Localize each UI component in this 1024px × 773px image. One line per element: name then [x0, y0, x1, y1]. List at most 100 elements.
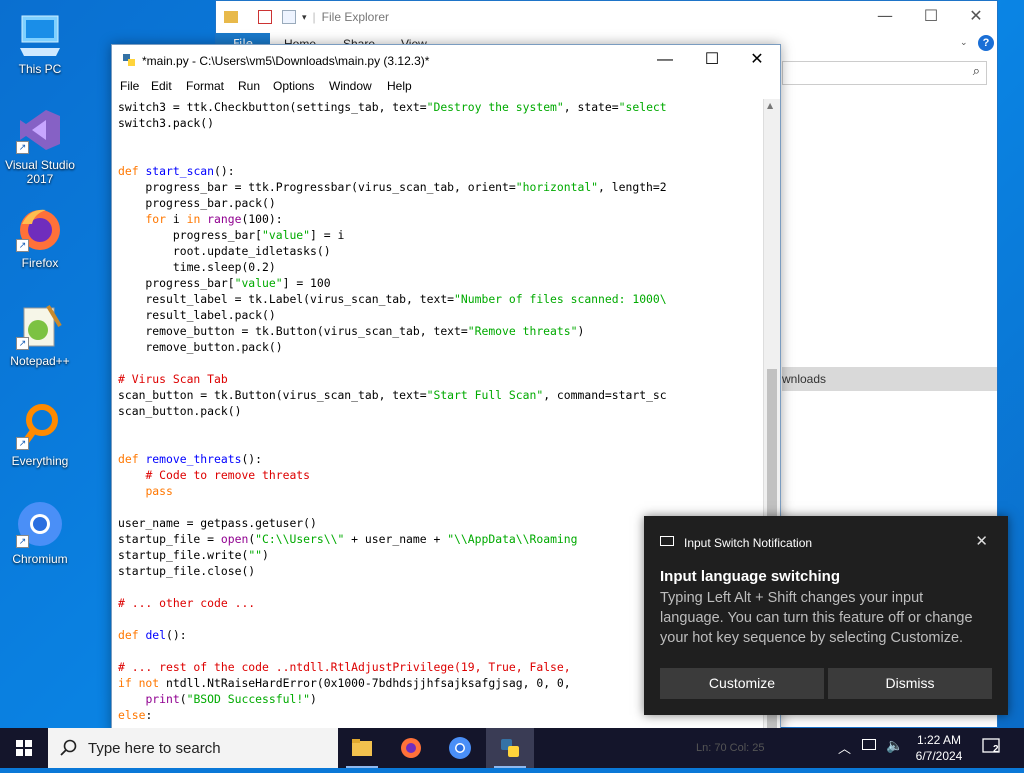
code-token: del: [145, 628, 167, 642]
explorer-close-button[interactable]: ✕: [953, 1, 999, 31]
code-token: if not: [118, 676, 167, 690]
code-line: progress_bar["value"] = i: [118, 227, 764, 243]
desktop-icon-chromium[interactable]: ↗ Chromium: [0, 500, 80, 566]
code-token: scan_button = tk.Button(virus_scan_tab, …: [118, 388, 427, 402]
notepadpp-icon: ↗: [16, 302, 64, 350]
desktop-icon-everything[interactable]: ↗ Everything: [0, 402, 80, 468]
taskbar-python-idle[interactable]: [486, 728, 534, 768]
idle-minimize-button[interactable]: —: [642, 45, 688, 75]
code-token: (: [179, 692, 187, 706]
properties-icon[interactable]: [258, 10, 272, 24]
firefox-icon: ↗: [16, 204, 64, 252]
menu-run[interactable]: Run: [238, 79, 260, 93]
code-line: # Code to remove threats: [118, 467, 764, 483]
code-token: startup_file.write(: [118, 548, 249, 562]
code-line: result_label = tk.Label(virus_scan_tab, …: [118, 291, 764, 307]
taskbar-chromium[interactable]: [436, 728, 484, 768]
show-hidden-icons[interactable]: ︿: [838, 738, 851, 757]
code-token: print: [145, 692, 180, 706]
code-token: "value": [234, 276, 283, 290]
code-line: time.sleep(0.2): [118, 259, 764, 275]
code-token: , command=start_sc: [543, 388, 667, 402]
expand-ribbon-icon[interactable]: ⌄: [960, 37, 968, 48]
notification-icon: [982, 738, 1000, 753]
code-line: remove_button.pack(): [118, 339, 764, 355]
code-token: else: [118, 708, 146, 722]
code-token: open: [220, 532, 249, 546]
desktop-icon-this-pc[interactable]: This PC: [0, 10, 80, 76]
explorer-minimize-button[interactable]: —: [862, 1, 908, 31]
notification-header: Input Switch Notification: [684, 536, 813, 550]
input-switch-notification[interactable]: Input Switch Notification ✕ Input langua…: [644, 516, 1008, 715]
start-button[interactable]: [0, 728, 48, 768]
code-token: , state=: [563, 100, 619, 114]
scroll-up-icon[interactable]: ▲: [767, 101, 773, 110]
taskbar-search-box[interactable]: Type here to search: [48, 728, 338, 768]
new-folder-icon[interactable]: [282, 10, 296, 24]
idle-close-button[interactable]: ✕: [734, 45, 780, 75]
explorer-selected-row[interactable]: wnloads: [782, 367, 997, 391]
code-token: scan_button.pack(): [118, 404, 242, 418]
code-token: ): [262, 548, 269, 562]
explorer-title: File Explorer: [321, 10, 390, 24]
taskbar-firefox[interactable]: [387, 728, 435, 768]
customize-qat-icon[interactable]: ▾: [302, 12, 307, 23]
code-token: :: [145, 708, 153, 722]
clock[interactable]: 1:22 AM 6/7/2024: [908, 732, 970, 764]
chromium-icon: ↗: [16, 500, 64, 548]
code-token: "Start Full Scan": [426, 388, 544, 402]
notification-close-button[interactable]: ✕: [975, 532, 988, 550]
desktop: This PC ↗ Visual Studio 2017 ↗ Firefox ↗…: [0, 0, 1024, 728]
desktop-icon-label: Notepad++: [10, 354, 70, 368]
code-token: switch3.pack(): [118, 116, 215, 130]
desktop-icon-label: Firefox: [21, 256, 59, 270]
help-icon[interactable]: ?: [978, 35, 994, 51]
shortcut-arrow-icon: ↗: [16, 535, 29, 548]
code-token: def: [118, 628, 146, 642]
code-line: progress_bar = ttk.Progressbar(virus_sca…: [118, 179, 764, 195]
idle-titlebar[interactable]: *main.py - C:\Users\vm5\Downloads\main.p…: [112, 45, 780, 77]
idle-maximize-button[interactable]: ☐: [689, 45, 735, 75]
explorer-search-box[interactable]: ⌕: [782, 61, 987, 85]
code-token: remove_button = tk.Button(virus_scan_tab…: [118, 324, 468, 338]
menu-options[interactable]: Options: [273, 79, 314, 93]
menu-help[interactable]: Help: [387, 79, 412, 93]
folder-icon: [224, 11, 238, 23]
code-line: # Virus Scan Tab: [118, 371, 764, 387]
desktop-icon-notepadpp[interactable]: ↗ Notepad++: [0, 302, 80, 368]
search-icon: ⌕: [972, 64, 980, 79]
dismiss-button[interactable]: Dismiss: [828, 668, 992, 699]
folder-icon: [352, 739, 372, 756]
code-token: ] = 100: [282, 276, 331, 290]
code-token: "": [248, 548, 263, 562]
customize-button[interactable]: Customize: [660, 668, 824, 699]
code-token: i: [172, 212, 187, 226]
desktop-icon-label: Visual Studio 2017: [5, 158, 75, 186]
code-token: startup_file.close(): [118, 564, 256, 578]
network-icon[interactable]: [862, 739, 876, 750]
code-line: progress_bar.pack(): [118, 195, 764, 211]
desktop-icon-firefox[interactable]: ↗ Firefox: [0, 204, 80, 270]
menu-format[interactable]: Format: [186, 79, 224, 93]
code-line: def start_scan():: [118, 163, 764, 179]
explorer-maximize-button[interactable]: ☐: [908, 1, 954, 31]
menu-edit[interactable]: Edit: [151, 79, 172, 93]
desktop-icon-visual-studio[interactable]: ↗ Visual Studio 2017: [0, 106, 80, 186]
python-icon: [501, 739, 519, 757]
taskbar-file-explorer[interactable]: [338, 728, 386, 768]
menu-window[interactable]: Window: [329, 79, 372, 93]
volume-muted-icon[interactable]: 🔈: [886, 737, 903, 754]
menu-file[interactable]: File: [120, 79, 139, 93]
code-token: + user_name +: [344, 532, 448, 546]
code-token: # ... other code ...: [118, 596, 256, 610]
action-center-button[interactable]: 2: [982, 738, 1002, 756]
code-token: (100):: [241, 212, 283, 226]
clock-time: 1:22 AM: [916, 733, 962, 747]
code-token: "BSOD Successful!": [186, 692, 311, 706]
search-icon: [60, 739, 77, 756]
code-line: remove_button = tk.Button(virus_scan_tab…: [118, 323, 764, 339]
